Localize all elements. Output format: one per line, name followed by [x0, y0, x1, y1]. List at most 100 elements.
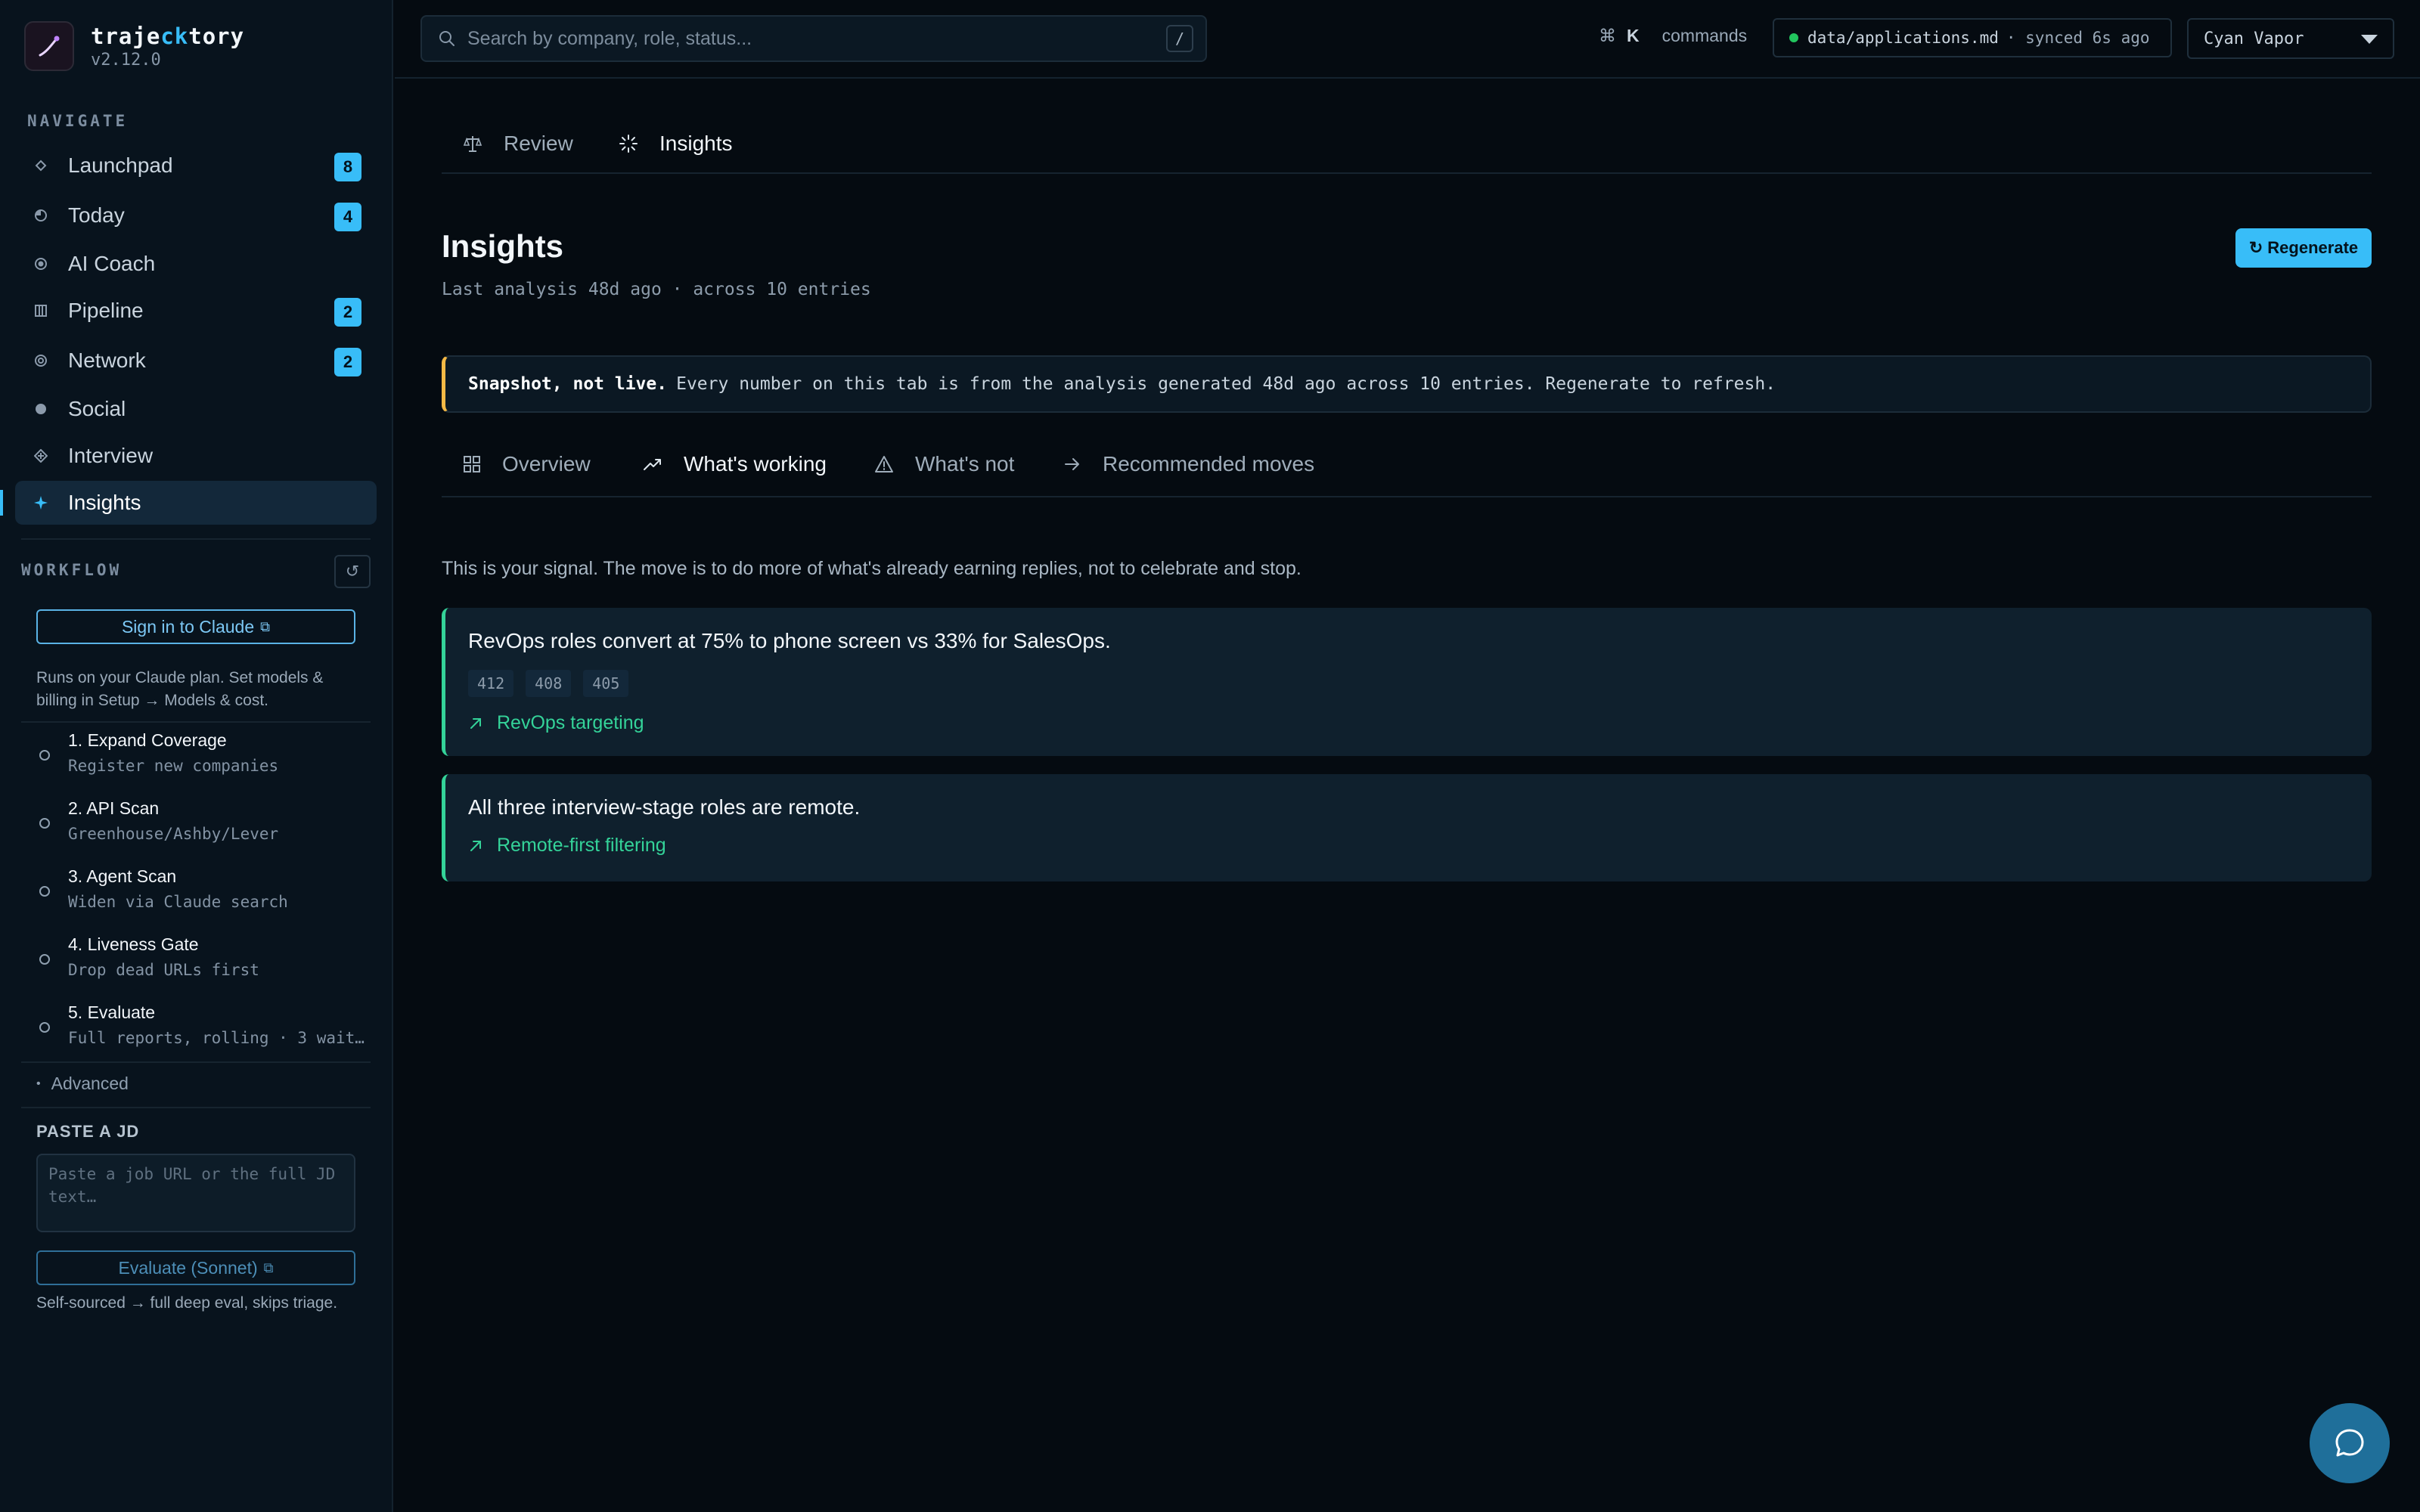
target-dot-icon [32, 255, 50, 273]
sidebar-item-label: Social [68, 397, 126, 420]
insight-text: RevOps roles convert at 75% to phone scr… [468, 629, 1111, 652]
external-copy-icon: ⧉ [263, 1259, 274, 1275]
step-status-icon [39, 954, 50, 965]
insight-link[interactable]: Remote-first filtering [468, 835, 2349, 857]
section-intro: This is your signal. The move is to do m… [442, 558, 1302, 579]
divider [21, 538, 371, 540]
entry-chip[interactable]: 408 [526, 670, 572, 697]
advanced-toggle[interactable]: • Advanced [36, 1074, 129, 1094]
diamond-cross-icon [32, 447, 50, 465]
sidebar-item-today[interactable]: Today 4 [15, 194, 377, 237]
plan-note: Runs on your Claude plan. Set models & b… [36, 669, 324, 709]
evaluate-label: Evaluate (Sonnet) [118, 1257, 258, 1278]
trending-up-icon [643, 455, 662, 473]
sync-status[interactable]: data/applications.md · synced 6s ago [1773, 18, 2172, 57]
count-badge: 8 [334, 153, 361, 181]
insight-link[interactable]: RevOps targeting [468, 712, 2349, 734]
divider [21, 1107, 371, 1108]
brand[interactable]: trajecktory v2.12.0 [24, 20, 244, 73]
sparkle-icon [32, 494, 50, 512]
count-badge: 2 [334, 348, 361, 376]
sidebar-item-network[interactable]: Network 2 [15, 339, 377, 383]
regenerate-label: Regenerate [2267, 238, 2359, 257]
search-bar[interactable]: / [420, 15, 1207, 62]
page-title: Insights [442, 228, 564, 264]
paste-jd-field[interactable] [36, 1154, 355, 1232]
workflow-step[interactable]: 2. API Scan Greenhouse/Ashby/Lever [36, 798, 369, 843]
commands-label: commands [1661, 26, 1748, 45]
sidebar-item-interview[interactable]: Interview [15, 434, 377, 478]
workflow-step[interactable]: 1. Expand Coverage Register new companie… [36, 730, 369, 775]
refresh-workflow-button[interactable]: ↺ [334, 555, 371, 588]
top-tabs: Review Insights [442, 121, 2372, 174]
sidebar-item-insights[interactable]: Insights [0, 481, 377, 525]
workflow-step[interactable]: 5. Evaluate Full reports, rolling · 3 wa… [36, 1002, 371, 1047]
sidebar-item-ai-coach[interactable]: AI Coach [15, 242, 377, 286]
divider [21, 721, 371, 723]
sync-file-path: data/applications.md [1807, 29, 1999, 47]
tab-recommended-moves[interactable]: Recommended moves [1063, 452, 1314, 476]
theme-select[interactable]: Cyan Vapor [2187, 18, 2394, 59]
tab-label: What's not [915, 452, 1015, 476]
entry-chip[interactable]: 412 [468, 670, 514, 697]
sidebar: trajecktory v2.12.0 NAVIGATE Launchpad 8… [0, 0, 393, 1512]
search-icon [439, 30, 455, 47]
banner-text: Every number on this tab is from the ana… [676, 374, 1776, 394]
chat-bubble-icon [2332, 1424, 2368, 1463]
workflow-section-label: WORKFLOW [21, 561, 123, 579]
tab-insights[interactable]: Insights [619, 132, 733, 156]
workflow-step[interactable]: 4. Liveness Gate Drop dead URLs first [36, 934, 369, 979]
regenerate-button[interactable]: ↻ Regenerate [2235, 228, 2372, 268]
app-logo-icon [24, 21, 74, 71]
chevron-down-icon [2361, 35, 2378, 44]
brand-name: trajecktory [91, 23, 245, 49]
dot-icon [32, 400, 50, 418]
page-subtitle: Last analysis 48d ago · across 10 entrie… [442, 280, 871, 299]
advanced-label: Advanced [51, 1074, 129, 1093]
refresh-icon: ↺ [345, 562, 360, 581]
chat-button[interactable] [2310, 1403, 2390, 1483]
arrow-up-right-icon [468, 838, 483, 854]
sidebar-item-pipeline[interactable]: Pipeline 2 [15, 289, 377, 333]
grid-icon [463, 455, 481, 473]
tab-whats-not[interactable]: What's not [874, 452, 1014, 476]
sidebar-item-label: Pipeline [68, 299, 144, 322]
tab-label: Insights [659, 132, 733, 155]
command-palette-hint[interactable]: ⌘ K commands [1599, 26, 1747, 46]
navigate-section-label: NAVIGATE [27, 112, 129, 130]
warning-icon [874, 455, 894, 473]
sidebar-item-launchpad[interactable]: Launchpad 8 [15, 144, 377, 187]
sidebar-item-social[interactable]: Social [15, 387, 377, 431]
tab-whats-working[interactable]: What's working [643, 452, 827, 476]
tab-overview[interactable]: Overview [463, 452, 591, 476]
step-status-icon [39, 750, 50, 761]
entry-chip[interactable]: 405 [583, 670, 629, 697]
count-badge: 4 [334, 203, 361, 231]
insights-sub-tabs: Overview What's working What's not Recom… [442, 442, 2372, 497]
evaluate-note: Self-sourced → full deep eval, skips tri… [36, 1294, 338, 1312]
step-subtitle: Widen via Claude search [68, 893, 288, 911]
step-title: 5. Evaluate [68, 1002, 156, 1022]
paste-jd-label: PASTE A JD [36, 1122, 140, 1141]
app-version: v2.12.0 [91, 50, 161, 70]
sign-in-label: Sign in to Claude [121, 616, 255, 637]
tab-label: Recommended moves [1103, 452, 1315, 476]
sidebar-item-label: AI Coach [68, 252, 156, 275]
tab-review[interactable]: Review [463, 132, 573, 156]
count-badge: 2 [334, 298, 361, 327]
search-input[interactable] [467, 27, 1166, 50]
tab-label: Overview [502, 452, 591, 476]
step-title: 3. Agent Scan [68, 866, 177, 886]
step-subtitle: Full reports, rolling · 3 waiting for tr… [68, 1029, 371, 1047]
tab-label: Review [504, 132, 573, 155]
evaluate-button[interactable]: Evaluate (Sonnet) ⧉ [36, 1250, 355, 1285]
insight-card: RevOps roles convert at 75% to phone scr… [442, 608, 2372, 756]
scale-icon [463, 134, 482, 153]
sidebar-item-label: Insights [68, 491, 141, 514]
workflow-step[interactable]: 3. Agent Scan Widen via Claude search [36, 866, 369, 911]
sign-in-claude-button[interactable]: Sign in to Claude ⧉ [36, 609, 355, 644]
columns-icon [32, 302, 50, 320]
sidebar-item-label: Interview [68, 444, 154, 467]
spinner-icon [619, 134, 638, 153]
command-key-letter: K [1627, 26, 1640, 45]
